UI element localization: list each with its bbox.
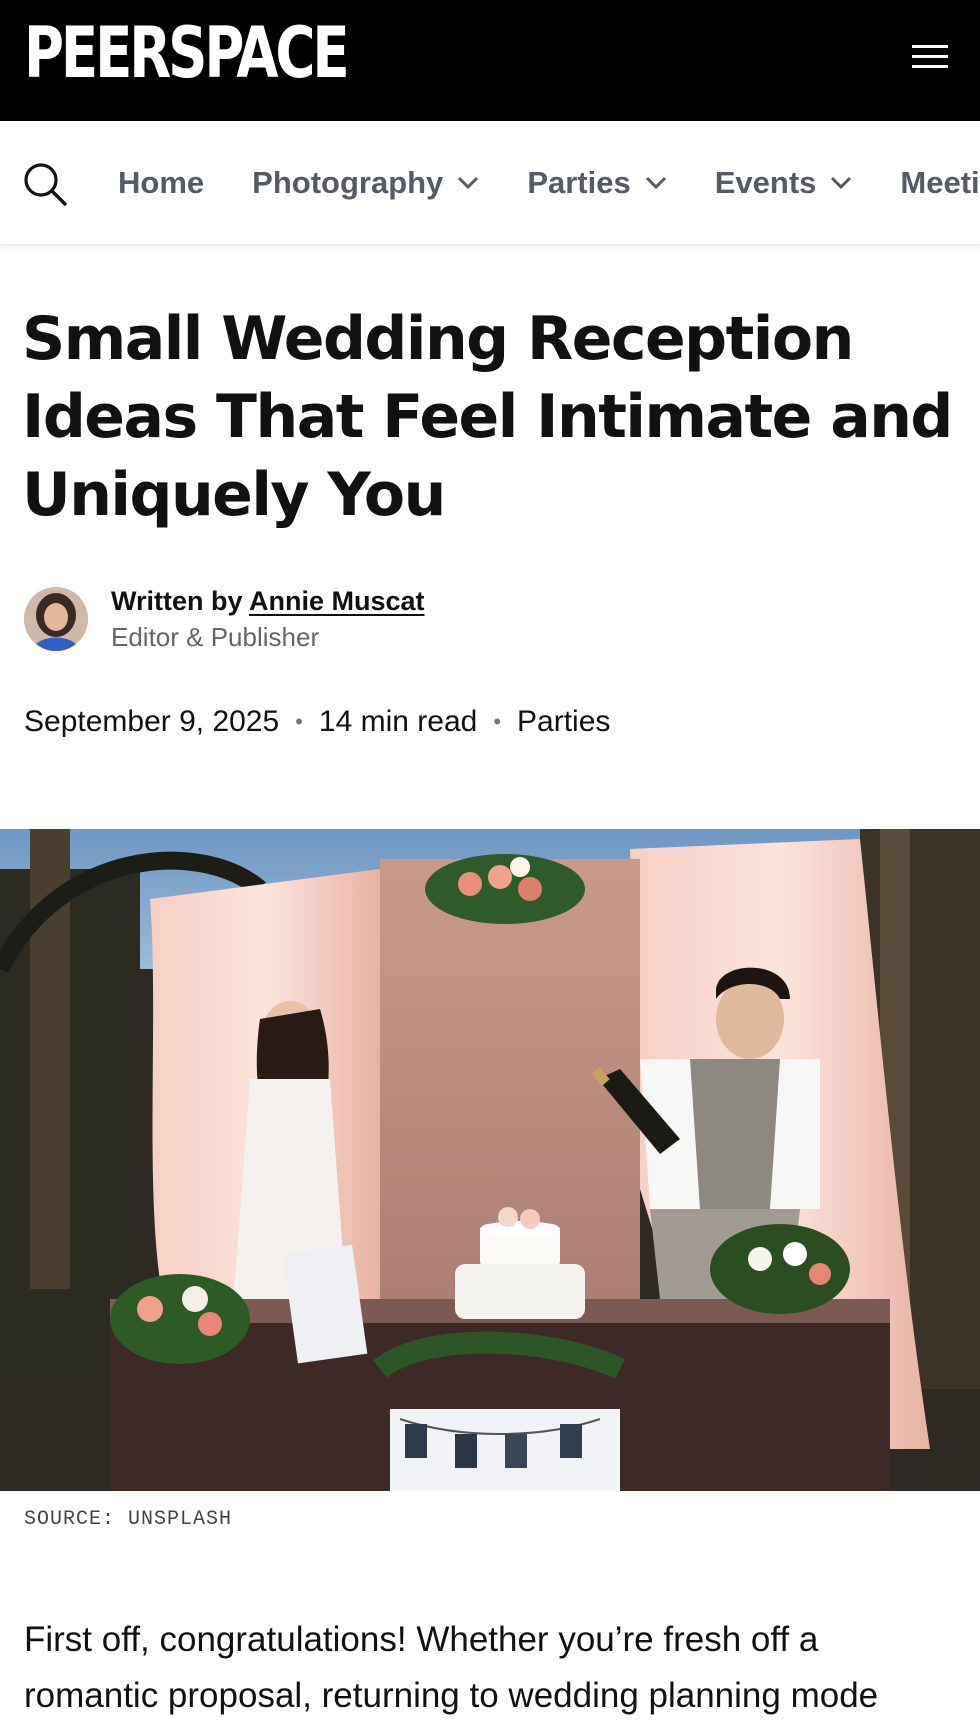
nav-item-home[interactable]: Home (118, 165, 204, 201)
nav-item-label: Photography (252, 165, 444, 200)
nav-item-label: Events (714, 165, 817, 200)
hero-image (0, 829, 980, 1491)
read-time: 14 min read (318, 705, 478, 738)
author-prefix: Written by (111, 586, 243, 616)
nav-items: Home Photography Parties Events Meetings (118, 121, 980, 244)
separator-dot: • (295, 709, 303, 734)
search-icon[interactable] (22, 161, 68, 207)
site-logo[interactable]: PEERSPACE (24, 18, 350, 88)
separator-dot: • (493, 709, 502, 734)
author-avatar[interactable] (24, 587, 88, 651)
author-name-link[interactable]: Annie Muscat (249, 586, 425, 616)
chevron-down-icon (645, 176, 666, 190)
image-source-caption: SOURCE: UNSPLASH (24, 1508, 233, 1531)
nav-item-parties[interactable]: Parties (527, 165, 666, 201)
site-header: PEERSPACE (0, 0, 980, 121)
nav-item-label: Home (118, 165, 205, 200)
nav-item-photography[interactable]: Photography (252, 165, 479, 201)
article-meta: September 9, 2025 • 14 min read • Partie… (24, 705, 610, 739)
nav-item-label: Meetings (900, 165, 980, 200)
nav-item-label: Parties (527, 165, 631, 200)
category-nav: Home Photography Parties Events Meetings (0, 121, 980, 245)
nav-item-events[interactable]: Events (715, 165, 853, 201)
nav-item-meetings[interactable]: Meetings (900, 165, 980, 201)
category-link[interactable]: Parties (517, 705, 610, 739)
article-intro: First off, congratulations! Whether you’… (24, 1620, 879, 1715)
author-byline: Written by Annie Muscat (111, 586, 425, 617)
chevron-down-icon (458, 176, 479, 190)
article-title: Small Wedding Reception Ideas That Feel … (22, 304, 953, 530)
chevron-down-icon (831, 176, 852, 190)
publish-date: September 9, 2025 (24, 705, 280, 738)
author-role: Editor & Publisher (111, 622, 320, 652)
hamburger-menu-icon[interactable] (910, 40, 950, 72)
